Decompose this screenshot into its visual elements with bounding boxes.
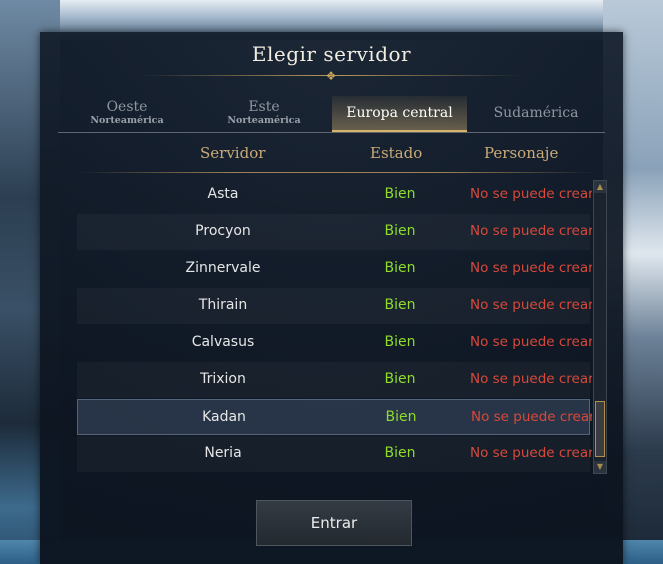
column-header-character: Personaje — [484, 144, 559, 162]
server-name: Trixion — [200, 371, 246, 387]
table-row[interactable]: Trixion Bien No se puede crear — [77, 362, 592, 398]
character-availability: No se puede crear — [470, 445, 592, 461]
tab-sudamerica[interactable]: Sudamérica — [467, 96, 605, 130]
tab-label: Europa central — [346, 105, 453, 121]
table-row-selected[interactable]: Kadan Bien No se puede crear — [77, 399, 592, 435]
server-status: Bien — [384, 260, 416, 276]
region-tabs: Oeste Norteamérica Este Norteamérica Eur… — [58, 96, 605, 132]
server-status: Bien — [384, 223, 416, 239]
tab-este-norteamerica[interactable]: Este Norteamérica — [196, 96, 332, 130]
column-header-status: Estado — [370, 144, 423, 162]
character-availability: No se puede crear — [470, 371, 592, 387]
server-select-dialog: Elegir servidor ❖ Oeste Norteamérica Est… — [40, 32, 623, 564]
character-availability: No se puede crear — [470, 260, 592, 276]
dialog-title: Elegir servidor — [251, 42, 412, 66]
tab-sublabel: Norteamérica — [227, 115, 301, 126]
table-row[interactable]: Neria Bien No se puede crear — [77, 436, 592, 472]
server-status: Bien — [385, 409, 417, 425]
server-name: Calvasus — [191, 334, 255, 350]
scrollbar[interactable]: ▲ ▼ — [593, 180, 607, 474]
table-row[interactable]: Asta Bien No se puede crear — [77, 177, 592, 213]
character-availability: No se puede crear — [470, 223, 592, 239]
enter-button[interactable]: Entrar — [256, 500, 412, 546]
server-status: Bien — [384, 371, 416, 387]
server-name: Neria — [204, 445, 242, 461]
ornament-icon: ❖ — [325, 69, 337, 83]
character-availability: No se puede crear — [470, 186, 592, 202]
tab-sublabel: Norteamérica — [90, 115, 164, 126]
tab-europa-central[interactable]: Europa central — [332, 96, 467, 132]
server-name: Kadan — [202, 409, 246, 425]
server-status: Bien — [384, 186, 416, 202]
server-name: Thirain — [198, 297, 248, 313]
server-name: Asta — [207, 186, 239, 202]
character-availability: No se puede crear — [470, 297, 592, 313]
table-row[interactable]: Calvasus Bien No se puede crear — [77, 325, 592, 361]
tab-label: Sudamérica — [493, 105, 579, 121]
header-divider — [78, 172, 596, 173]
server-name: Procyon — [195, 223, 251, 239]
column-header-server: Servidor — [200, 144, 266, 162]
server-status: Bien — [384, 297, 416, 313]
table-row[interactable]: Procyon Bien No se puede crear — [77, 214, 592, 250]
scroll-down-icon[interactable]: ▼ — [594, 461, 606, 473]
tab-label: Oeste — [106, 99, 148, 115]
scroll-up-icon[interactable]: ▲ — [594, 181, 606, 193]
character-availability: No se puede crear — [471, 409, 592, 425]
tab-oeste-norteamerica[interactable]: Oeste Norteamérica — [58, 96, 196, 130]
table-row[interactable]: Zinnervale Bien No se puede crear — [77, 251, 592, 287]
server-name: Zinnervale — [185, 260, 261, 276]
scrollbar-thumb[interactable] — [595, 401, 605, 457]
server-list: Asta Bien No se puede crear Procyon Bien… — [77, 177, 592, 473]
server-status: Bien — [384, 445, 416, 461]
table-header: Servidor Estado Personaje — [40, 144, 623, 168]
tab-label: Este — [248, 99, 280, 115]
table-row[interactable]: Thirain Bien No se puede crear — [77, 288, 592, 324]
character-availability: No se puede crear — [470, 334, 592, 350]
server-status: Bien — [384, 334, 416, 350]
tabs-divider — [58, 132, 605, 133]
